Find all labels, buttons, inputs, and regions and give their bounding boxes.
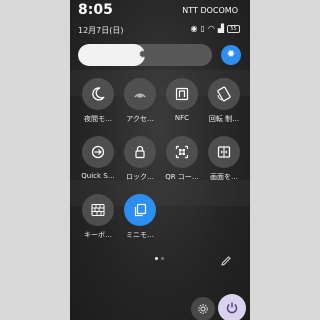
pencil-icon <box>221 256 231 266</box>
gear-icon <box>198 304 208 314</box>
tile-button[interactable] <box>208 136 240 168</box>
lock-icon <box>135 145 145 159</box>
tile-button[interactable] <box>124 136 156 168</box>
tile-accessibility[interactable]: アクセ… <box>120 78 160 130</box>
quick-share-icon <box>91 145 105 159</box>
tile-label: NFC <box>174 114 190 122</box>
date-label: 12月7日(日) <box>78 26 124 35</box>
tile-button[interactable] <box>124 78 156 110</box>
tile-mini-mode[interactable]: ミニモ… <box>120 194 160 246</box>
tile-button[interactable] <box>208 78 240 110</box>
tile-button[interactable] <box>166 136 198 168</box>
tile-label: Quick S… <box>81 172 115 180</box>
tile-label: 回転 制… <box>208 115 240 123</box>
battery-icon: 55 <box>227 25 240 33</box>
tile-label: 画面を… <box>210 173 238 181</box>
tile-label: QR コー… <box>165 173 199 181</box>
tile-night-mode[interactable]: 夜間モ… <box>78 78 118 130</box>
tile-label: ロック… <box>126 173 154 181</box>
moon-icon <box>92 87 105 101</box>
quick-settings-panel: 8:05 NTT DOCOMO 12月7日(日) ◉ ▯ ◠ ▟ 55 ✹ ✹ … <box>70 0 250 320</box>
tile-button[interactable] <box>82 194 114 226</box>
auto-brightness-icon: ✹ <box>226 49 236 60</box>
tile-quick-share[interactable]: Quick S… <box>78 136 118 188</box>
page-indicator <box>161 257 164 260</box>
vibrate-icon: ▯ <box>200 24 205 33</box>
power-icon <box>226 302 238 314</box>
tile-rotation-lock[interactable]: 回転 制… <box>204 78 244 130</box>
eye-comfort-icon: ◉ <box>190 24 198 33</box>
power-button[interactable] <box>218 294 246 320</box>
accessibility-icon <box>134 93 146 98</box>
tile-qr-code[interactable]: QR コー… <box>162 136 202 188</box>
qr-scan-icon <box>175 145 189 159</box>
nfc-icon <box>175 87 189 101</box>
tile-button[interactable] <box>166 78 198 110</box>
edit-button[interactable] <box>220 252 232 266</box>
settings-button[interactable] <box>191 297 215 320</box>
screen-split-icon <box>217 146 231 158</box>
brightness-fill <box>78 44 145 66</box>
signal-icon: ▟ <box>217 24 224 33</box>
tile-label: アクセ… <box>126 115 154 123</box>
keyboard-icon <box>91 203 105 217</box>
clock-time: 8:05 <box>78 2 113 18</box>
mini-mode-icon <box>134 203 147 217</box>
tile-button[interactable] <box>82 136 114 168</box>
tile-screen[interactable]: 画面を… <box>204 136 244 188</box>
tile-label: ミニモ… <box>126 231 154 239</box>
tile-button[interactable] <box>124 194 156 226</box>
page-indicator-active <box>155 257 158 260</box>
tile-button[interactable] <box>82 78 114 110</box>
tile-nfc[interactable]: NFC <box>162 78 202 130</box>
brightness-slider[interactable]: ✹ <box>78 44 212 66</box>
auto-brightness-button[interactable]: ✹ <box>221 45 241 65</box>
tile-keyboard[interactable]: キーボ… <box>78 194 118 246</box>
tile-lock[interactable]: ロック… <box>120 136 160 188</box>
carrier-name: NTT DOCOMO <box>182 6 238 15</box>
tile-label: 夜間モ… <box>84 115 112 123</box>
tile-label: キーボ… <box>84 231 112 239</box>
sun-icon: ✹ <box>138 48 148 61</box>
wifi-icon: ◠ <box>207 24 215 33</box>
rotation-lock-icon <box>217 86 231 102</box>
status-icons: ◉ ▯ ◠ ▟ 55 <box>190 24 240 34</box>
